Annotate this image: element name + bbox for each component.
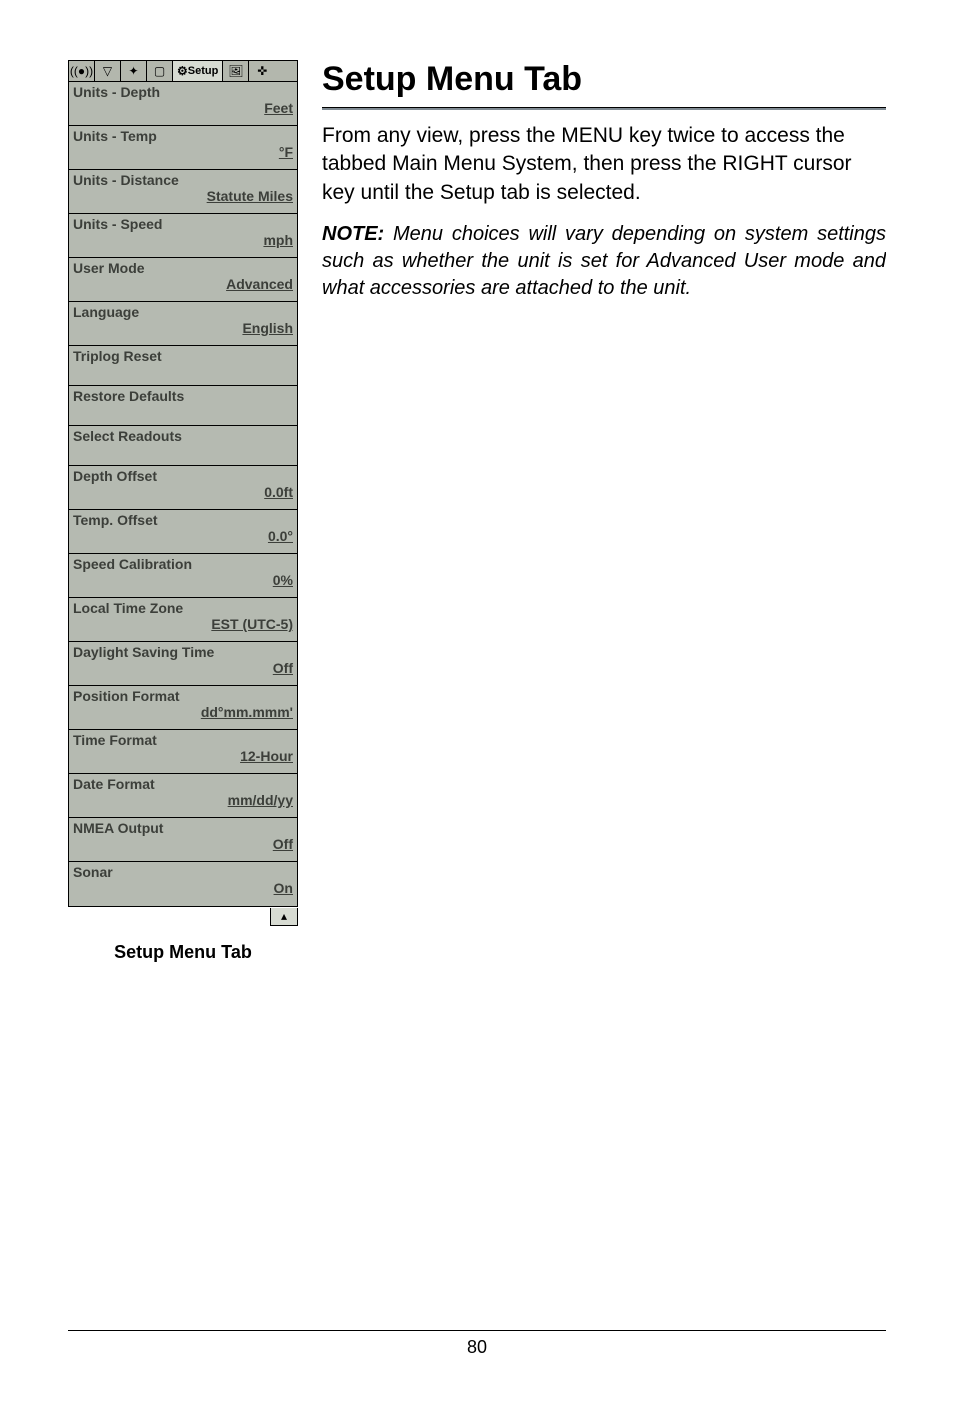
menu-row-value: °F xyxy=(73,144,293,160)
menu-row-label: User Mode xyxy=(73,260,293,276)
menu-row-label: Temp. Offset xyxy=(73,512,293,528)
menu-row-label: Select Readouts xyxy=(73,428,293,444)
menu-row: Daylight Saving TimeOff xyxy=(69,642,297,686)
menu-row: Select Readouts xyxy=(69,426,297,466)
menu-row-label: Speed Calibration xyxy=(73,556,293,572)
menu-row-label: Units - Depth xyxy=(73,84,293,100)
menu-row-value: 0% xyxy=(73,572,293,588)
menu-row: Units - DistanceStatute Miles xyxy=(69,170,297,214)
menu-row-label: Units - Speed xyxy=(73,216,293,232)
menu-row: Triplog Reset xyxy=(69,346,297,386)
intro-paragraph: From any view, press the MENU key twice … xyxy=(322,122,886,207)
tab-icon-nav: ▽ xyxy=(95,61,121,81)
page-title: Setup Menu Tab xyxy=(322,60,886,99)
setup-menu-list: Units - DepthFeetUnits - Temp°FUnits - D… xyxy=(68,82,298,907)
body-text: Setup Menu Tab From any view, press the … xyxy=(322,60,886,302)
menu-row-value: Off xyxy=(73,836,293,852)
menu-row-value: Feet xyxy=(73,100,293,116)
menu-row: User ModeAdvanced xyxy=(69,258,297,302)
menu-row: Depth Offset0.0ft xyxy=(69,466,297,510)
menu-row-value: 0.0° xyxy=(73,528,293,544)
menu-row: Units - DepthFeet xyxy=(69,82,297,126)
scroll-up-icon: ▴ xyxy=(270,908,298,926)
menu-row-label: Language xyxy=(73,304,293,320)
title-rule xyxy=(322,107,886,110)
menu-row-value: On xyxy=(73,880,293,896)
menu-row: Local Time ZoneEST (UTC-5) xyxy=(69,598,297,642)
menu-row-label: NMEA Output xyxy=(73,820,293,836)
menu-row-value: EST (UTC-5) xyxy=(73,616,293,632)
tab-icon-accessories: ✜ xyxy=(249,61,275,81)
note-body: Menu choices will vary depending on syst… xyxy=(322,223,886,299)
tab-setup-label: Setup xyxy=(188,65,219,77)
menu-row-label: Position Format xyxy=(73,688,293,704)
note-paragraph: NOTE: Menu choices will vary depending o… xyxy=(322,221,886,302)
tab-icon-chart: ✦ xyxy=(121,61,147,81)
menu-row: Temp. Offset0.0° xyxy=(69,510,297,554)
tab-icon-sonar: ((●)) xyxy=(69,61,95,81)
note-lead: NOTE: xyxy=(322,223,384,245)
menu-row: Time Format12-Hour xyxy=(69,730,297,774)
tab-icon-alarms: ▢ xyxy=(147,61,173,81)
menu-row-label: Local Time Zone xyxy=(73,600,293,616)
tab-setup-selected: ⚙ Setup xyxy=(173,61,223,81)
menu-row-label: Restore Defaults xyxy=(73,388,293,404)
menu-row-label: Date Format xyxy=(73,776,293,792)
menu-row-value: 0.0ft xyxy=(73,484,293,500)
menu-row-label: Daylight Saving Time xyxy=(73,644,293,660)
tab-bar: ((●)) ▽ ✦ ▢ ⚙ Setup 🖼 ✜ xyxy=(68,60,298,82)
menu-row-label: Time Format xyxy=(73,732,293,748)
menu-row-label: Units - Temp xyxy=(73,128,293,144)
menu-row: Date Formatmm/dd/yy xyxy=(69,774,297,818)
menu-row-value: dd°mm.mmm' xyxy=(73,704,293,720)
menu-row: Speed Calibration0% xyxy=(69,554,297,598)
wrench-icon: ⚙ xyxy=(177,65,188,77)
menu-row-value: 12-Hour xyxy=(73,748,293,764)
menu-row-value: English xyxy=(73,320,293,336)
menu-row-label: Depth Offset xyxy=(73,468,293,484)
menu-row: LanguageEnglish xyxy=(69,302,297,346)
menu-row: Units - Speedmph xyxy=(69,214,297,258)
menu-row: Units - Temp°F xyxy=(69,126,297,170)
screenshot-figure: ((●)) ▽ ✦ ▢ ⚙ Setup 🖼 ✜ Units - DepthFee… xyxy=(68,60,298,963)
figure-caption: Setup Menu Tab xyxy=(68,942,298,963)
menu-row-value: Statute Miles xyxy=(73,188,293,204)
menu-row-value: Advanced xyxy=(73,276,293,292)
tab-icon-views: 🖼 xyxy=(223,61,249,81)
menu-row: NMEA OutputOff xyxy=(69,818,297,862)
menu-row: Restore Defaults xyxy=(69,386,297,426)
page-number: 80 xyxy=(467,1337,487,1357)
menu-row-value: Off xyxy=(73,660,293,676)
scroll-hint: ▴ xyxy=(68,907,298,926)
menu-row: Position Formatdd°mm.mmm' xyxy=(69,686,297,730)
menu-row-label: Units - Distance xyxy=(73,172,293,188)
menu-row-value: mm/dd/yy xyxy=(73,792,293,808)
menu-row-value: mph xyxy=(73,232,293,248)
menu-row-label: Triplog Reset xyxy=(73,348,293,364)
page-footer: 80 xyxy=(68,1330,886,1358)
menu-row: SonarOn xyxy=(69,862,297,906)
menu-row-label: Sonar xyxy=(73,864,293,880)
